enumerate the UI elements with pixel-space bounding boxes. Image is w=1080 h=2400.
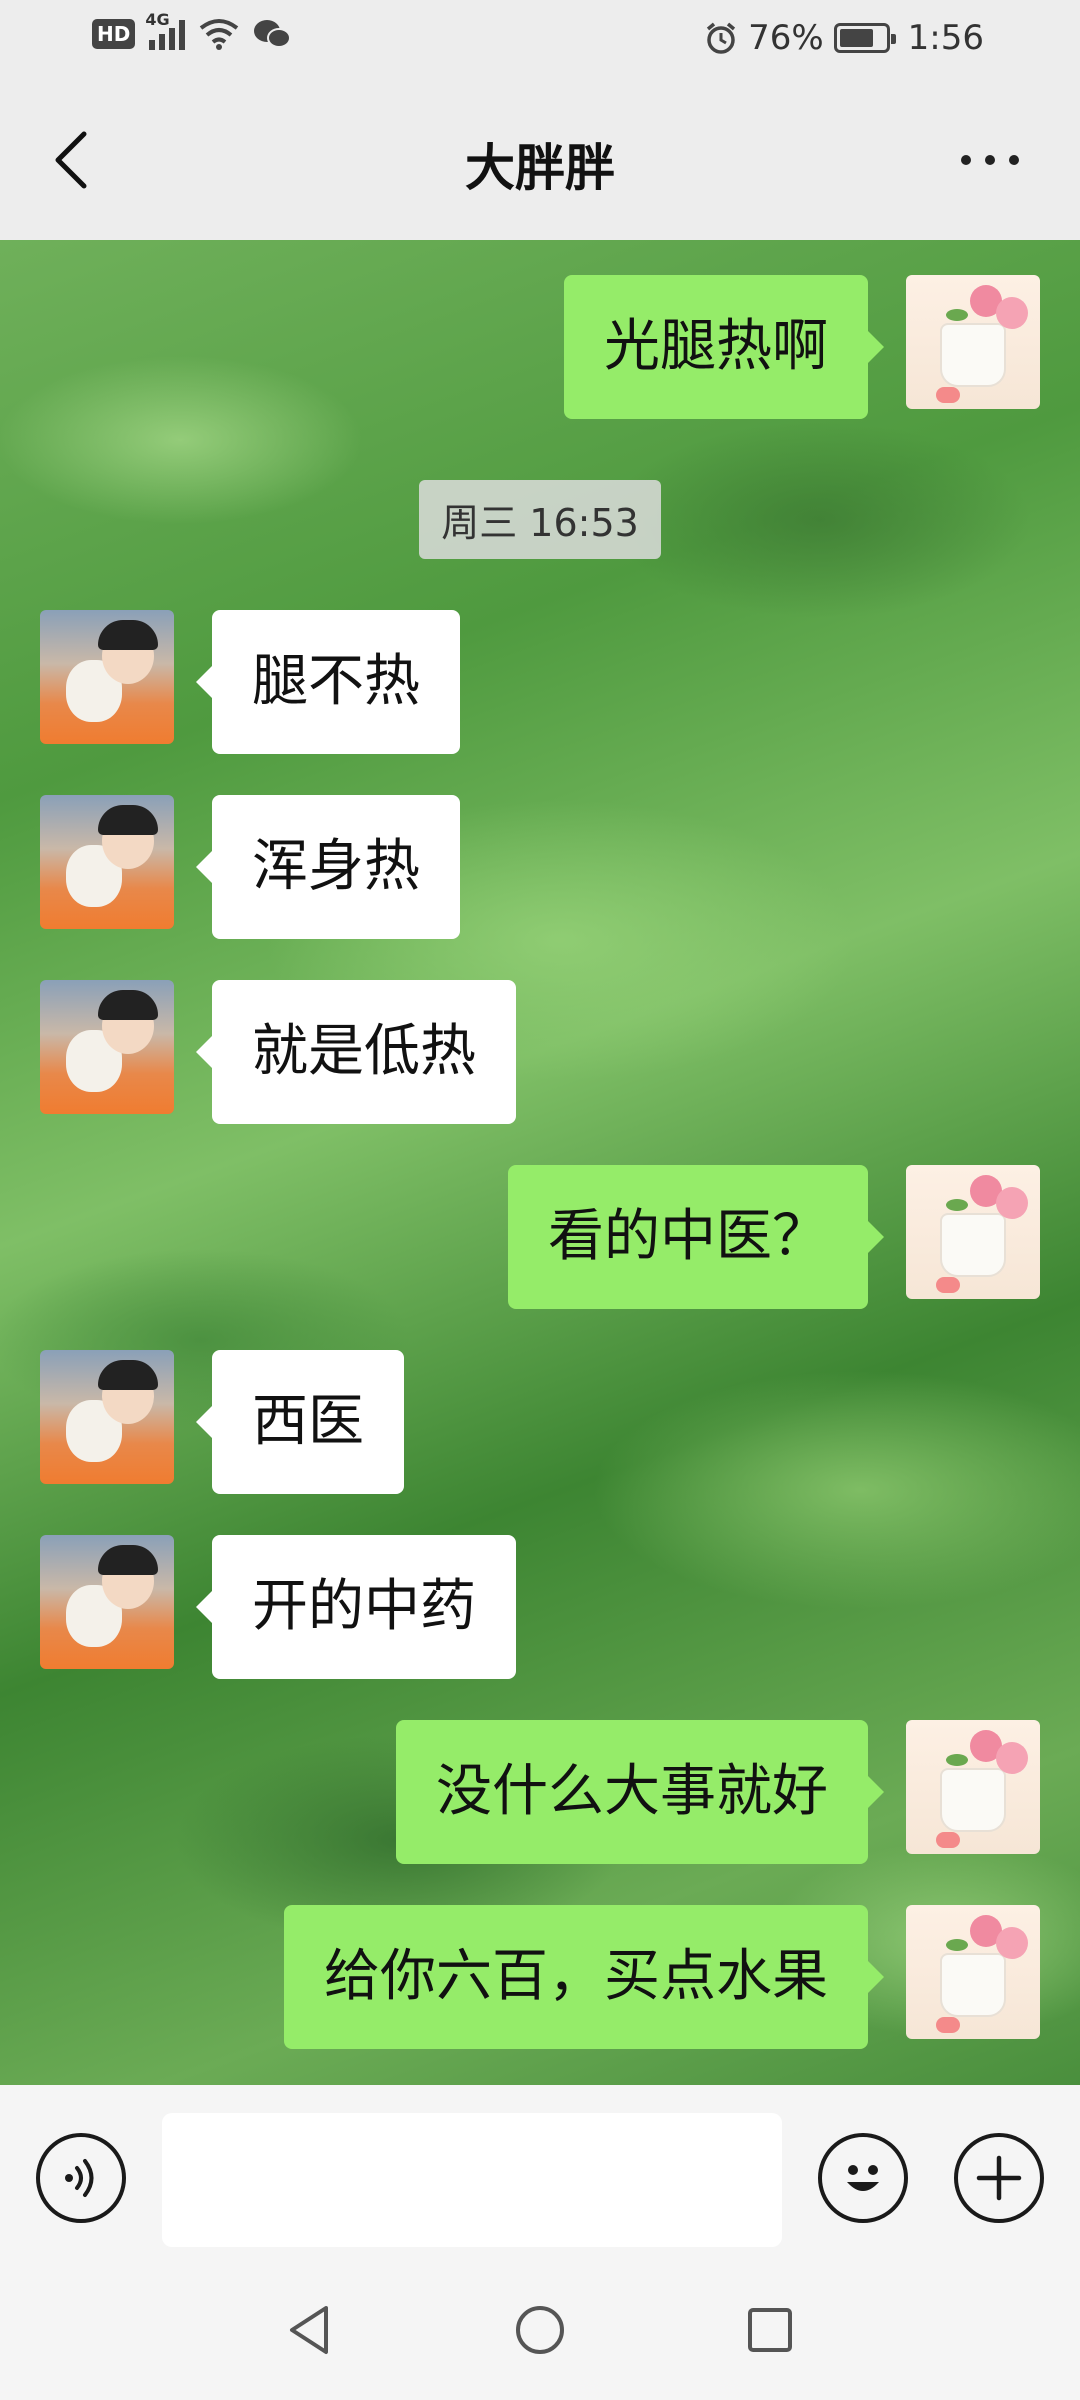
nav-back-button[interactable] (270, 2295, 350, 2365)
avatar[interactable] (40, 795, 174, 929)
emoji-button[interactable] (818, 2133, 908, 2223)
message-row: 就是低热 (40, 980, 554, 1124)
message-text: 没什么大事就好 (436, 1759, 828, 1824)
battery-percent: 76% (748, 18, 824, 58)
chat-title: 大胖胖 (465, 139, 615, 197)
status-bar: HD 4G 76% 1:56 (0, 0, 1080, 80)
circle-home-icon (516, 2306, 564, 2354)
status-time: 1:56 (907, 18, 984, 58)
message-row: 看的中医？ (470, 1165, 1040, 1309)
message-row: 给你六百，买点水果 (246, 1905, 1040, 2049)
more-dot (1009, 155, 1019, 165)
message-row: 光腿热啊 (526, 275, 1040, 419)
square-recents-icon (748, 2308, 792, 2352)
network-type: 4G (145, 10, 170, 29)
system-nav-bar (0, 2255, 1080, 2400)
nav-recents-button[interactable] (730, 2295, 810, 2365)
avatar[interactable] (40, 1535, 174, 1669)
emoji-icon (847, 2165, 879, 2191)
plus-icon (976, 2155, 1022, 2201)
avatar[interactable] (906, 1905, 1040, 2039)
more-functions-button[interactable] (954, 2133, 1044, 2223)
avatar[interactable] (40, 1350, 174, 1484)
message-bubble[interactable]: 给你六百，买点水果 (284, 1905, 884, 2049)
chat-header: 大胖胖 (0, 80, 1080, 240)
avatar[interactable] (906, 1165, 1040, 1299)
wechat-icon (254, 20, 292, 48)
voice-input-button[interactable] (36, 2133, 126, 2223)
cellular-signal-icon: 4G (145, 10, 186, 50)
battery-icon (833, 23, 896, 53)
status-right: 76% 1:56 (704, 18, 984, 58)
message-text: 西医 (252, 1389, 364, 1454)
message-bubble[interactable]: 光腿热啊 (564, 275, 884, 419)
more-dot (961, 155, 971, 165)
avatar[interactable] (906, 275, 1040, 409)
message-row: 西医 (40, 1350, 442, 1494)
more-options-button[interactable] (940, 120, 1040, 200)
alarm-icon (706, 22, 736, 54)
avatar[interactable] (906, 1720, 1040, 1854)
message-bubble[interactable]: 浑身热 (196, 795, 460, 939)
message-text: 开的中药 (252, 1574, 476, 1639)
nav-home-button[interactable] (500, 2295, 580, 2365)
message-bubble[interactable]: 看的中医？ (508, 1165, 884, 1309)
message-text: 看的中医？ (548, 1204, 828, 1269)
hd-badge: HD (92, 19, 136, 49)
message-text: 光腿热啊 (604, 314, 828, 379)
timestamp-label: 周三 16:53 (419, 480, 661, 559)
voice-icon (65, 2159, 94, 2197)
message-text: 给你六百，买点水果 (324, 1944, 828, 2009)
message-text: 腿不热 (252, 649, 420, 714)
message-timestamp: 周三 16:53 (0, 480, 1080, 559)
message-row: 开的中药 (40, 1535, 554, 1679)
status-left: HD 4G (92, 10, 292, 50)
more-dot (985, 155, 995, 165)
message-row: 浑身热 (40, 795, 498, 939)
message-text: 浑身热 (252, 834, 420, 899)
message-input[interactable] (162, 2113, 782, 2247)
message-bubble[interactable]: 就是低热 (196, 980, 516, 1124)
chat-messages-area[interactable]: 周三 16:53 光腿热啊 腿不热 浑身热 就是低热 看的中医？ 西医 开的中药… (0, 240, 1080, 2085)
avatar[interactable] (40, 610, 174, 744)
message-bubble[interactable]: 没什么大事就好 (396, 1720, 884, 1864)
message-bubble[interactable]: 腿不热 (196, 610, 460, 754)
wifi-icon (200, 19, 239, 50)
message-bubble[interactable]: 西医 (196, 1350, 404, 1494)
battery-fill (839, 29, 874, 47)
chat-input-bar (0, 2085, 1080, 2255)
message-row: 腿不热 (40, 610, 498, 754)
triangle-back-icon (290, 2306, 328, 2354)
avatar[interactable] (40, 980, 174, 1114)
message-row: 没什么大事就好 (358, 1720, 1040, 1864)
message-text: 就是低热 (252, 1019, 476, 1084)
message-bubble[interactable]: 开的中药 (196, 1535, 516, 1679)
